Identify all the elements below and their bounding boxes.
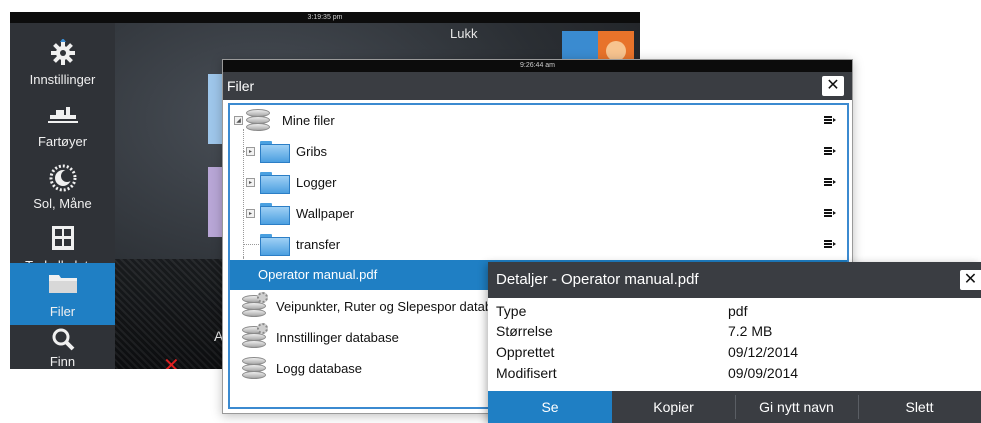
detail-key: Type [496,303,527,319]
tree-guide-line [243,244,259,245]
item-menu-icon[interactable] [824,208,836,218]
list-item-label: Mine filer [282,113,335,128]
detail-key: Opprettet [496,344,555,360]
list-item-label: Innstillinger database [276,330,399,345]
detail-value: pdf [728,303,748,319]
collapse-toggle[interactable]: ◢ [234,116,243,125]
copy-button[interactable]: Kopier [612,391,735,423]
list-item-label: Operator manual.pdf [258,267,378,282]
database-icon [242,357,268,381]
sidebar-item-sol-mane[interactable]: Sol, Måne [10,155,115,217]
background-status-bar: 3:19:35 pm [10,12,640,23]
item-menu-icon[interactable] [824,177,836,187]
item-menu-icon[interactable] [824,115,836,125]
sidebar-item-filer[interactable]: Filer [10,263,115,325]
item-menu-icon[interactable] [824,146,836,156]
details-close-button[interactable]: ✕ [960,270,981,290]
list-item-label: transfer [296,237,341,252]
detail-value: 7.2 MB [728,323,773,339]
list-item[interactable]: ▸ Logger [230,167,847,198]
expand-toggle[interactable]: ▸ [246,147,255,156]
sidebar-item-label: Fartøyer [37,134,88,149]
detail-value: 09/09/2014 [728,365,799,381]
detail-row-size: Størrelse 7.2 MB [496,323,976,343]
sidebar-item-innstillinger[interactable]: Innstillinger [10,31,115,93]
files-status-bar: 9:26:44 am [223,60,852,72]
close-icon[interactable]: ✕ [163,356,180,369]
sidebar-item-fartoyer[interactable]: Fartøyer [10,93,115,155]
folder-icon [260,141,290,163]
sidebar-item-label: Filer [49,304,76,319]
detail-row-modified: Modifisert 09/09/2014 [496,365,976,385]
list-item-label: Wallpaper [296,206,355,221]
folder-icon [260,172,290,194]
delete-button[interactable]: Slett [858,391,981,423]
ship-icon [10,101,115,129]
files-title-bar: Filer ✕ [223,72,852,100]
folder-icon [260,203,290,225]
list-item-label: Veipunkter, Ruter og Slepespor database [276,299,514,314]
sidebar-item-label: Innstillinger [29,72,96,87]
calculator-icon [10,225,115,253]
list-item[interactable]: transfer [230,229,847,260]
sun-moon-icon [10,163,115,192]
expand-toggle[interactable]: ▸ [246,209,255,218]
files-window-title: Filer [227,78,255,94]
database-settings-icon [242,292,268,319]
details-title: Detaljer - Operator manual.pdf [496,271,699,288]
background-close-button[interactable]: Lukk [450,26,477,41]
item-menu-icon[interactable] [824,239,836,249]
details-title-bar: Detaljer - Operator manual.pdf [488,262,981,298]
details-dialog: Detaljer - Operator manual.pdf ✕ Type pd… [488,262,981,423]
view-button[interactable]: Se [488,391,612,423]
sidebar-item-finn[interactable]: Finn [10,325,115,369]
detail-row-type: Type pdf [496,303,976,323]
detail-key: Modifisert [496,365,557,381]
rename-button[interactable]: Gi nytt navn [735,391,858,423]
compass-icon [606,41,626,61]
details-action-bar: Se Kopier Gi nytt navn Slett [488,391,981,423]
detail-row-created: Opprettet 09/12/2014 [496,344,976,364]
list-item[interactable]: ▸ Wallpaper [230,198,847,229]
list-item[interactable]: ◢ Mine filer [230,105,847,136]
database-settings-icon [242,323,268,350]
list-item-label: Logg database [276,361,363,376]
detail-key: Størrelse [496,323,553,339]
list-item-label: Logger [296,175,337,190]
files-close-button[interactable]: ✕ [822,76,844,96]
list-item[interactable]: ▸ Gribs [230,136,847,167]
folder-icon [10,271,115,299]
expand-toggle[interactable]: ▸ [246,178,255,187]
search-icon [10,327,115,355]
gear-icon [10,38,115,67]
sidebar-item-label: Finn [49,354,76,369]
list-item-label: Gribs [296,144,328,159]
database-icon [246,109,272,133]
sidebar-item-label: Sol, Måne [33,196,92,211]
detail-value: 09/12/2014 [728,344,799,360]
background-sidebar: Innstillinger Fartøyer Sol, Måne Turkalk… [10,23,115,369]
folder-icon [260,234,290,256]
